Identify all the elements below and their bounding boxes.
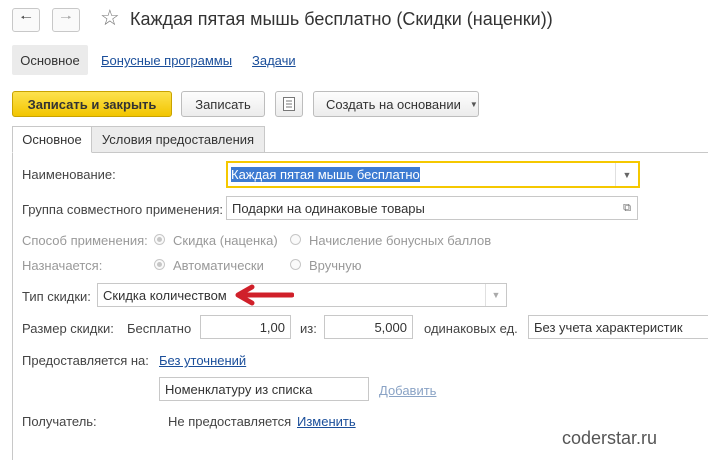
section-bonus-programs[interactable]: Бонусные программы — [101, 53, 232, 68]
tab-main[interactable]: Основное — [12, 126, 92, 153]
same-units-label: одинаковых ед. — [424, 321, 518, 336]
group-field[interactable]: Подарки на одинаковые товары ⧉ — [226, 196, 638, 220]
save-button[interactable]: Записать — [181, 91, 265, 117]
name-dropdown-button[interactable]: ▼ — [615, 163, 638, 186]
discount-type-field[interactable]: Скидка количеством ▼ — [97, 283, 507, 307]
provided-on-label: Предоставляется на: — [22, 353, 149, 368]
assign-label: Назначается: — [22, 258, 103, 273]
name-label: Наименование: — [22, 167, 116, 182]
characteristics-field[interactable]: Без учета характеристик — [528, 315, 708, 339]
assign-manual-label: Вручную — [309, 258, 362, 273]
open-window-icon: ⧉ — [623, 201, 631, 214]
recipient-label: Получатель: — [22, 414, 97, 429]
watermark: coderstar.ru — [562, 428, 658, 448]
arrow-right-icon: 🠒 — [60, 10, 72, 25]
method-bonus-radio[interactable] — [290, 234, 301, 245]
chevron-down-icon: ▼ — [491, 290, 501, 300]
add-link[interactable]: Добавить — [379, 383, 436, 398]
tab-conditions[interactable]: Условия предоставления — [91, 126, 265, 153]
group-label: Группа совместного применения: — [22, 202, 223, 217]
nomenclature-field[interactable]: Номенклатуру из списка — [159, 377, 369, 401]
provided-on-link[interactable]: Без уточнений — [159, 353, 246, 368]
method-discount-radio[interactable] — [154, 234, 165, 245]
tab-panel-border — [12, 152, 708, 153]
assign-auto-label: Автоматически — [173, 258, 264, 273]
section-main[interactable]: Основное — [12, 45, 88, 75]
group-open-button[interactable]: ⧉ — [617, 197, 637, 219]
name-value: Каждая пятая мышь бесплатно — [231, 167, 420, 182]
red-arrow-icon — [235, 284, 294, 306]
method-label: Способ применения: — [22, 233, 148, 248]
arrow-left-icon: 🠐 — [20, 10, 32, 25]
chevron-down-icon: ▼ — [622, 169, 632, 180]
assign-manual-radio[interactable] — [290, 259, 301, 270]
section-tasks[interactable]: Задачи — [252, 53, 296, 68]
free-quantity-value: 1,00 — [259, 319, 285, 335]
create-based-on-label: Создать на основании — [326, 96, 461, 112]
of-quantity-input[interactable]: 5,000 — [324, 315, 413, 339]
assign-auto-radio[interactable] — [154, 259, 165, 270]
nomenclature-value: Номенклатуру из списка — [165, 381, 313, 397]
report-button[interactable] — [275, 91, 303, 117]
change-recipient-link[interactable]: Изменить — [297, 414, 356, 429]
discount-type-label: Тип скидки: — [22, 289, 91, 304]
group-value: Подарки на одинаковые товары — [232, 200, 425, 216]
window-title: Каждая пятая мышь бесплатно (Скидки (нац… — [130, 9, 553, 29]
free-quantity-input[interactable]: 1,00 — [200, 315, 291, 339]
create-based-on-button[interactable]: Создать на основании ▼ — [313, 91, 479, 117]
forward-button[interactable]: 🠒 — [52, 8, 80, 32]
of-quantity-value: 5,000 — [374, 319, 407, 335]
free-label: Бесплатно — [127, 321, 192, 336]
recipient-value: Не предоставляется — [168, 414, 292, 429]
chevron-down-icon: ▼ — [469, 99, 478, 109]
name-field[interactable]: Каждая пятая мышь бесплатно ▼ — [226, 161, 640, 188]
discount-type-dropdown-button[interactable]: ▼ — [485, 284, 506, 306]
tab-panel-left-border — [12, 152, 13, 460]
back-button[interactable]: 🠐 — [12, 8, 40, 32]
favorite-star-icon[interactable]: ☆ — [100, 5, 120, 31]
discount-type-value: Скидка количеством — [103, 287, 227, 303]
discount-size-label: Размер скидки: — [22, 321, 114, 336]
save-and-close-button[interactable]: Записать и закрыть — [12, 91, 172, 117]
method-bonus-label: Начисление бонусных баллов — [309, 233, 492, 248]
method-discount-label: Скидка (наценка) — [173, 233, 278, 248]
document-list-icon — [283, 97, 295, 111]
of-label: из: — [300, 321, 317, 336]
characteristics-value: Без учета характеристик — [534, 319, 683, 335]
